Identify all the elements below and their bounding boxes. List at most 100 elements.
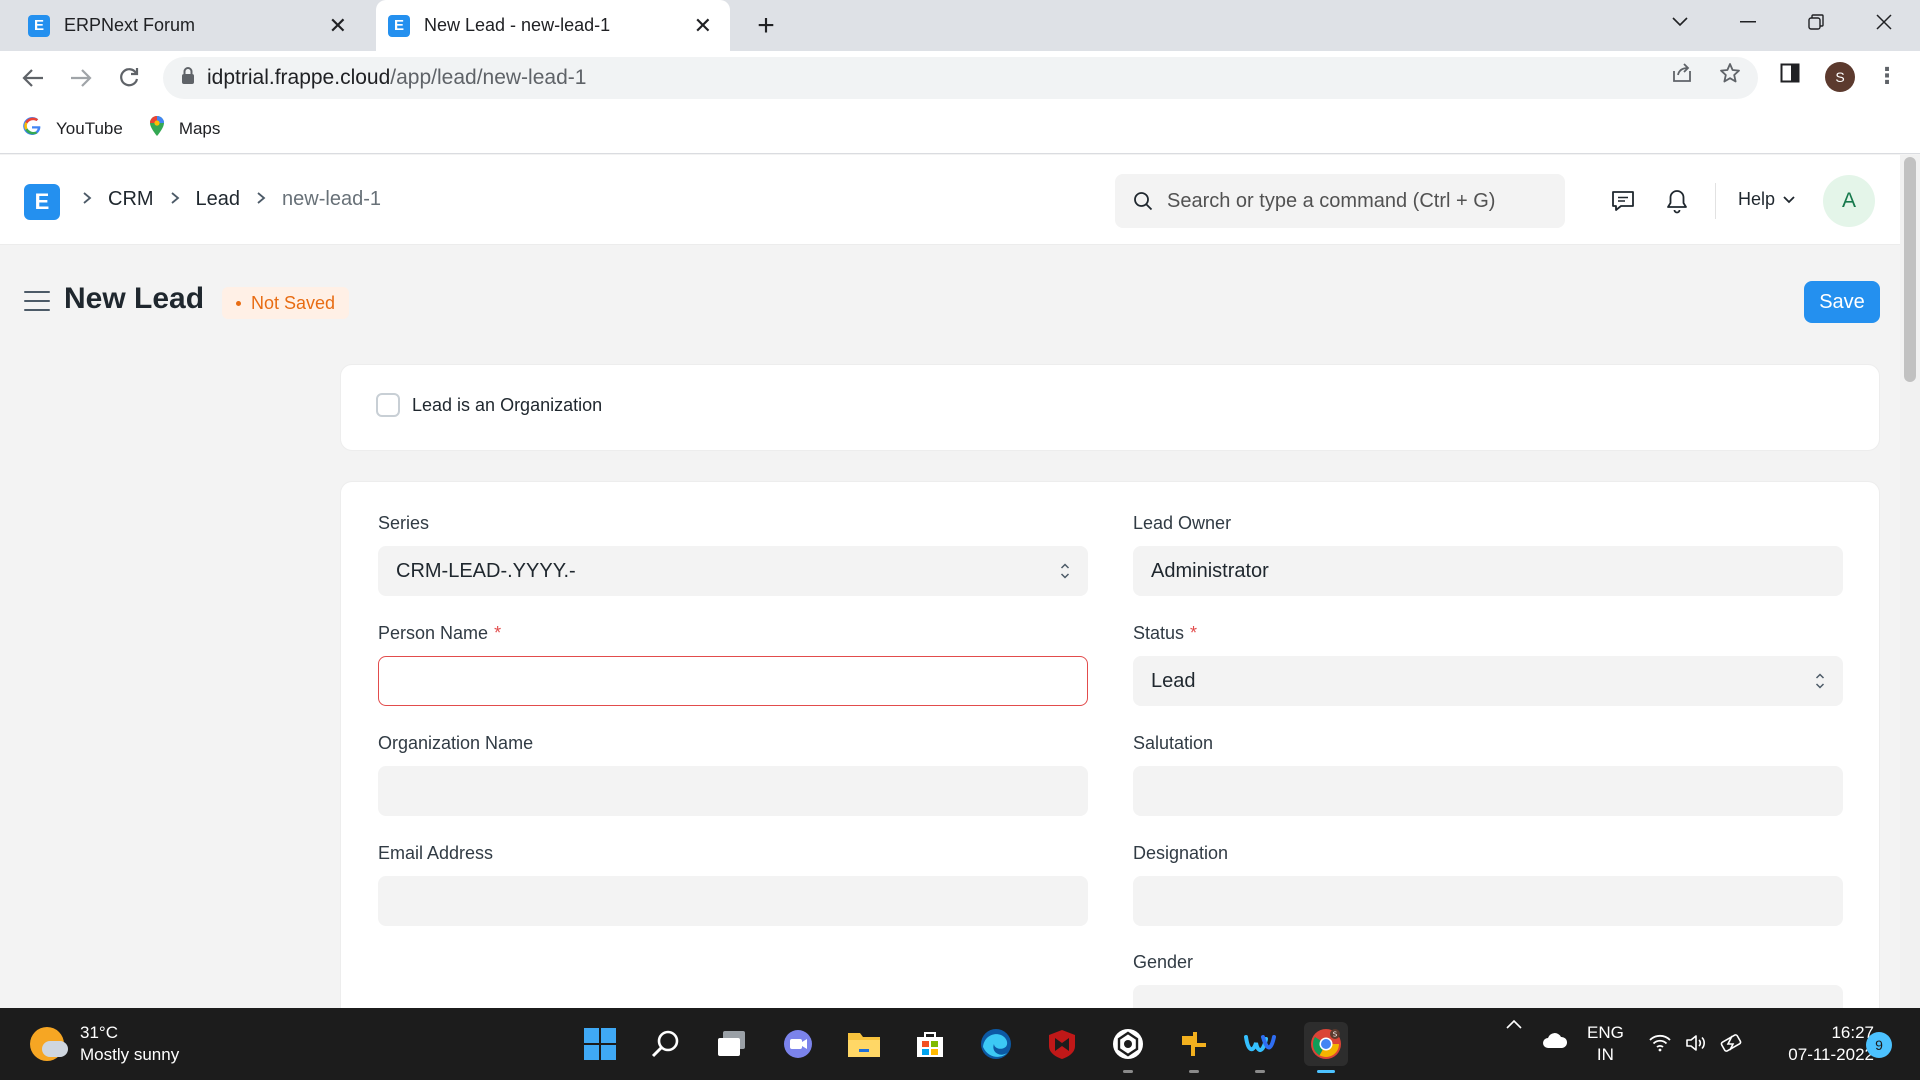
task-view-icon[interactable]	[710, 1022, 754, 1066]
weather-temperature: 31°C	[80, 1023, 118, 1042]
save-button[interactable]: Save	[1804, 281, 1880, 323]
weather-text: 31°C Mostly sunny	[80, 1022, 179, 1066]
new-tab-button[interactable]: +	[748, 8, 784, 44]
lead-owner-field: Lead Owner Administrator	[1133, 512, 1843, 596]
email-address-label: Email Address	[378, 842, 494, 863]
minimize-window-icon[interactable]	[1720, 0, 1776, 44]
system-clock[interactable]: 16:27 07-11-2022	[1766, 1022, 1874, 1066]
file-explorer-icon[interactable]	[842, 1022, 886, 1066]
battery-charging-icon[interactable]	[1720, 1033, 1746, 1053]
notification-bell-icon[interactable]	[1661, 185, 1693, 217]
breadcrumb-current: new-lead-1	[282, 188, 381, 210]
checkbox-label: Lead is an Organization	[412, 394, 603, 415]
designation-input-wrapper	[1133, 876, 1843, 926]
mcafee-icon[interactable]	[1040, 1022, 1084, 1066]
notification-count-badge[interactable]: 9	[1866, 1032, 1892, 1058]
chrome-icon[interactable]: S	[1304, 1022, 1348, 1073]
search-icon[interactable]	[644, 1022, 688, 1066]
browser-tab-strip: E ERPNext Forum ✕ E New Lead - new-lead-…	[0, 0, 1920, 51]
chat-icon[interactable]	[1607, 185, 1639, 217]
status-select[interactable]: Lead	[1133, 656, 1843, 706]
language-region: IN	[1596, 1045, 1614, 1064]
close-tab-icon[interactable]: ✕	[694, 13, 712, 39]
series-value: CRM-LEAD-.YYYY.-	[396, 559, 576, 582]
close-window-icon[interactable]	[1856, 0, 1912, 44]
teams-chat-icon[interactable]	[776, 1022, 820, 1066]
chatgpt-app-icon[interactable]	[1106, 1022, 1150, 1073]
bookmark-label: Maps	[178, 118, 221, 138]
person-name-label: Person Name *	[378, 622, 502, 643]
chevron-right-icon	[82, 189, 92, 210]
weather-widget[interactable]: 31°C Mostly sunny	[30, 1022, 179, 1066]
bookmark-youtube[interactable]: YouTube	[22, 116, 123, 141]
volume-icon[interactable]	[1685, 1033, 1707, 1053]
share-icon[interactable]	[1668, 59, 1696, 87]
help-dropdown[interactable]: Help	[1738, 189, 1795, 210]
wifi-icon[interactable]	[1648, 1034, 1672, 1052]
page-head: New Lead Not Saved Save	[0, 246, 1900, 356]
bookmark-star-icon[interactable]	[1716, 59, 1744, 87]
address-bar[interactable]: idptrial.frappe.cloud/app/lead/new-lead-…	[163, 57, 1758, 99]
running-indicator	[1255, 1070, 1265, 1073]
user-avatar[interactable]: A	[1823, 175, 1875, 227]
series-select[interactable]: CRM-LEAD-.YYYY.-	[378, 546, 1088, 596]
salutation-label: Salutation	[1133, 732, 1214, 753]
person-name-input[interactable]	[397, 669, 1069, 693]
person-name-input-wrapper	[378, 656, 1088, 706]
lead-owner-label: Lead Owner	[1133, 512, 1232, 533]
bookmark-label: YouTube	[56, 118, 123, 138]
lead-is-organization-checkbox[interactable]: Lead is an Organization	[376, 393, 602, 417]
breadcrumb-crm[interactable]: CRM	[108, 188, 154, 211]
chevron-right-icon	[170, 189, 180, 210]
running-indicator	[1317, 1070, 1335, 1073]
app-logo[interactable]: E	[24, 184, 60, 220]
search-input[interactable]	[1167, 189, 1547, 213]
tab-erpnext-forum[interactable]: E ERPNext Forum ✕	[0, 0, 365, 51]
restore-window-icon[interactable]	[1788, 0, 1844, 44]
browser-profile-avatar[interactable]: S	[1825, 62, 1855, 92]
bookmark-maps[interactable]: Maps	[149, 115, 221, 142]
sidebar-toggle-icon[interactable]	[24, 291, 50, 311]
language-indicator[interactable]: ENG IN	[1587, 1022, 1624, 1066]
page-scrollbar[interactable]	[1900, 155, 1920, 1008]
puzzle-app-icon[interactable]	[1172, 1022, 1216, 1073]
email-address-input[interactable]	[396, 889, 1070, 913]
tab-search-chevron-icon[interactable]	[1652, 0, 1708, 44]
help-label: Help	[1738, 189, 1776, 209]
start-windows-icon[interactable]	[578, 1022, 622, 1066]
running-indicator	[1189, 1070, 1199, 1073]
close-tab-icon[interactable]: ✕	[329, 13, 347, 39]
browser-menu-icon[interactable]: ⋮	[1876, 63, 1898, 89]
designation-input[interactable]	[1151, 889, 1825, 913]
breadcrumb-lead[interactable]: Lead	[196, 188, 241, 211]
select-arrows-icon	[1060, 562, 1070, 580]
reload-icon[interactable]	[112, 61, 146, 95]
bookmarks-bar: YouTube Maps	[0, 104, 1920, 154]
salutation-input-wrapper	[1133, 766, 1843, 816]
clock-time: 16:27	[1831, 1023, 1874, 1042]
select-arrows-icon	[1815, 672, 1825, 690]
side-panel-icon[interactable]	[1776, 59, 1804, 87]
forward-arrow-icon[interactable]	[64, 61, 98, 95]
back-arrow-icon[interactable]	[16, 61, 50, 95]
url-text: idptrial.frappe.cloud/app/lead/new-lead-…	[207, 66, 587, 89]
organization-name-label: Organization Name	[378, 732, 534, 753]
tab-new-lead[interactable]: E New Lead - new-lead-1 ✕	[376, 0, 730, 51]
chrome-profile-badge: S	[1333, 1031, 1338, 1039]
organization-name-input[interactable]	[396, 779, 1070, 803]
onedrive-cloud-icon[interactable]	[1542, 1032, 1568, 1050]
lead-owner-input[interactable]: Administrator	[1133, 546, 1843, 596]
scrollbar-thumb[interactable]	[1904, 157, 1916, 382]
show-hidden-icons-chevron[interactable]	[1505, 1018, 1523, 1030]
microsoft-store-icon[interactable]	[908, 1022, 952, 1066]
page-title: New Lead	[64, 282, 205, 315]
edge-browser-icon[interactable]	[974, 1022, 1018, 1066]
salutation-input[interactable]	[1151, 779, 1825, 803]
tab-title: New Lead - new-lead-1	[424, 15, 611, 35]
salutation-field: Salutation	[1133, 732, 1843, 816]
checkbox[interactable]	[376, 393, 400, 417]
webex-icon[interactable]	[1238, 1022, 1282, 1073]
lock-icon[interactable]	[181, 66, 195, 90]
gender-label: Gender	[1133, 951, 1194, 972]
windows-taskbar: 31°C Mostly sunny S ENG IN 16:27 07-11-2…	[0, 1008, 1920, 1080]
